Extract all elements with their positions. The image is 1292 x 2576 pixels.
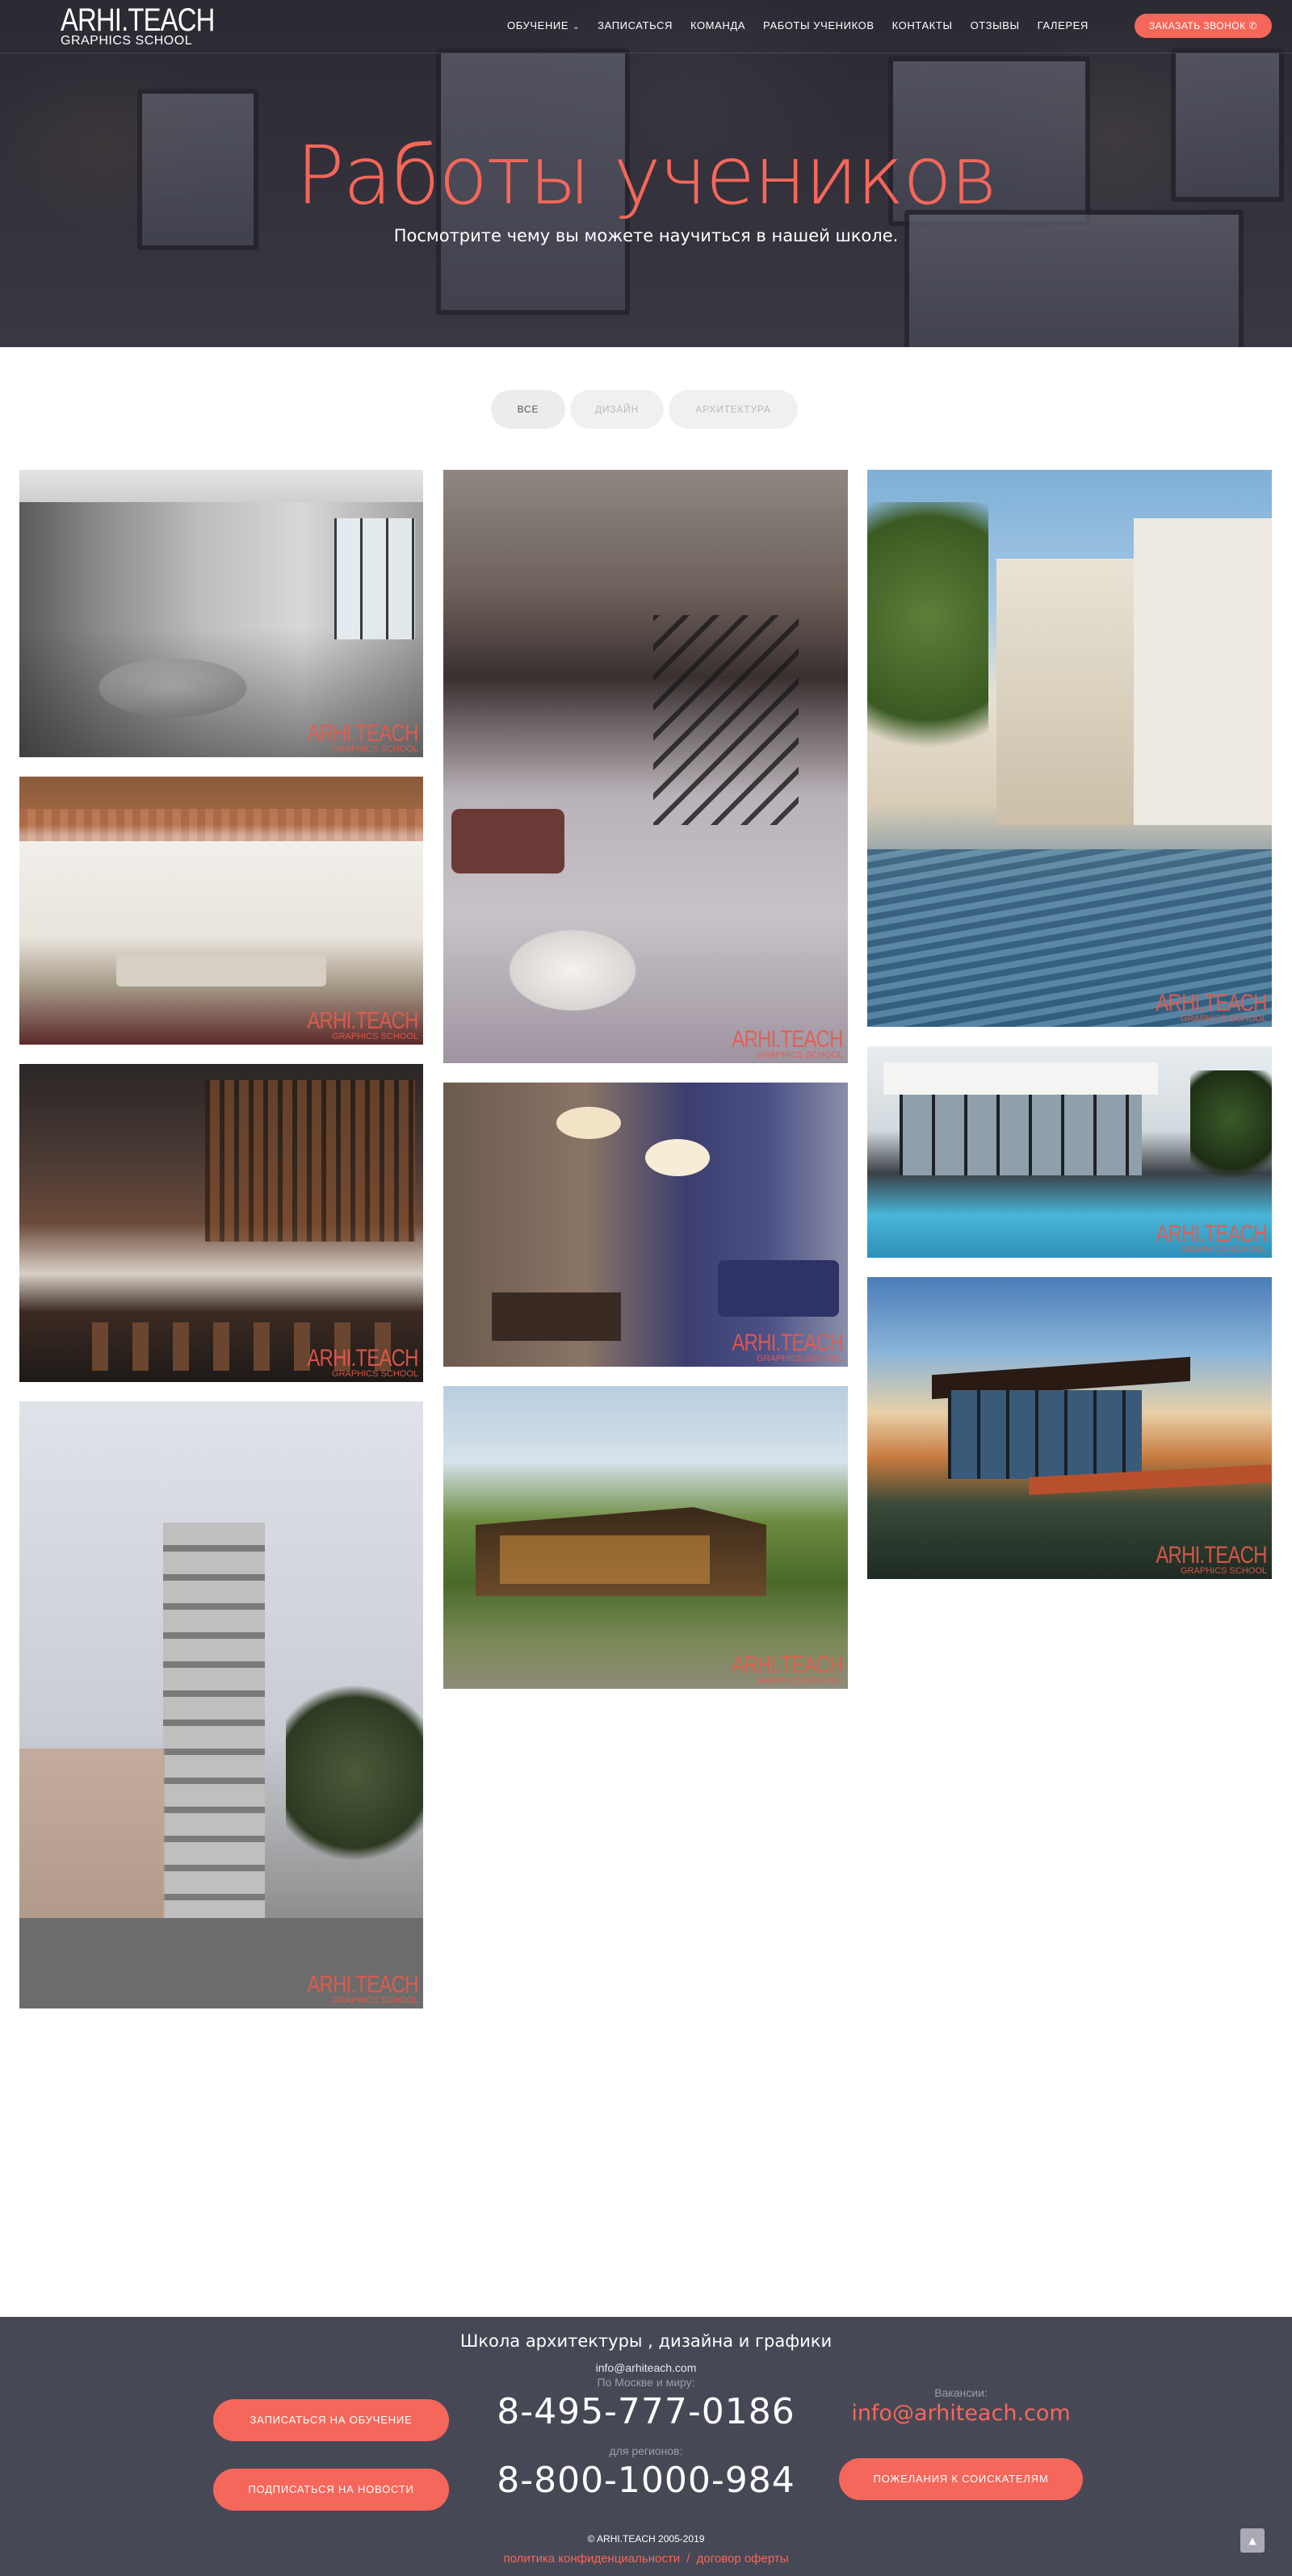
gallery-item-loft-living-room[interactable]: ARHI.TEACH GRAPHICS SCHOOL bbox=[19, 470, 423, 757]
gallery-item-loft-staircase[interactable]: ARHI.TEACH GRAPHICS SCHOOL bbox=[443, 470, 848, 1063]
subscribe-news-button[interactable]: ПОДПИСАТЬСЯ НА НОВОСТИ bbox=[213, 2469, 449, 2511]
main-nav: ОБУЧЕНИЕ ⌄ ЗАПИСАТЬСЯ КОМАНДА РАБОТЫ УЧЕН… bbox=[507, 19, 1106, 31]
watermark-main-text: ARHI.TEACH bbox=[732, 1026, 844, 1053]
logo-main-text: ARHI.TEACH bbox=[61, 2, 215, 38]
nav-item-label: ОБУЧЕНИЕ bbox=[507, 19, 569, 31]
link-separator: / bbox=[686, 2552, 690, 2566]
gallery-item-bright-hall[interactable]: ARHI.TEACH GRAPHICS SCHOOL bbox=[19, 777, 423, 1045]
gallery-item-mediterranean-courtyard[interactable]: ARHI.TEACH GRAPHICS SCHOOL bbox=[867, 470, 1272, 1027]
gallery-item-glass-house-sunset[interactable]: ARHI.TEACH GRAPHICS SCHOOL bbox=[867, 1277, 1272, 1579]
tab-all[interactable]: ВСЕ bbox=[491, 390, 565, 429]
footer-email-link[interactable]: info@arhiteach.com bbox=[0, 2361, 1292, 2374]
watermark: ARHI.TEACH GRAPHICS SCHOOL bbox=[1128, 1542, 1268, 1576]
vacancies-email-link[interactable]: info@arhiteach.com bbox=[808, 2401, 1114, 2426]
watermark: ARHI.TEACH GRAPHICS SCHOOL bbox=[1128, 1221, 1268, 1254]
watermark: ARHI.TEACH GRAPHICS SCHOOL bbox=[279, 1345, 419, 1379]
signup-training-button[interactable]: ЗАПИСАТЬСЯ НА ОБУЧЕНИЕ bbox=[213, 2399, 449, 2441]
nav-item-team[interactable]: КОМАНДА bbox=[690, 19, 745, 31]
moscow-phone-label: По Москве и миру: bbox=[597, 2376, 695, 2389]
watermark: ARHI.TEACH GRAPHICS SCHOOL bbox=[1128, 990, 1268, 1024]
nav-item-reviews[interactable]: ОТЗЫВЫ bbox=[971, 19, 1020, 31]
watermark-main-text: ARHI.TEACH bbox=[732, 1330, 844, 1356]
chevron-down-icon: ⌄ bbox=[573, 23, 581, 31]
watermark: ARHI.TEACH GRAPHICS SCHOOL bbox=[279, 720, 419, 754]
order-call-button[interactable]: ЗАКАЗАТЬ ЗВОНОК ✆ bbox=[1135, 14, 1272, 38]
footer: Школа архитектуры , дизайна и графики in… bbox=[0, 2317, 1292, 2576]
footer-title: Школа архитектуры , дизайна и графики bbox=[459, 2331, 833, 2351]
watermark: ARHI.TEACH GRAPHICS SCHOOL bbox=[704, 1652, 844, 1686]
order-call-label: ЗАКАЗАТЬ ЗВОНОК bbox=[1148, 20, 1246, 31]
applicants-wishes-button[interactable]: ПОЖЕЛАНИЯ К СОИСКАТЕЛЯМ bbox=[839, 2458, 1083, 2500]
footer-legal-links: политика конфиденциальности / договор оф… bbox=[0, 2552, 1292, 2566]
watermark-main-text: ARHI.TEACH bbox=[1156, 1221, 1268, 1247]
portfolio-filter-tabs: ВСЕ ДИЗАЙН АРХИТЕКТУРА bbox=[491, 390, 798, 429]
watermark-main-text: ARHI.TEACH bbox=[732, 1652, 844, 1678]
watermark-main-text: ARHI.TEACH bbox=[307, 1345, 419, 1372]
nav-item-gallery[interactable]: ГАЛЕРЕЯ bbox=[1038, 19, 1089, 31]
regions-phone-label: для регионов: bbox=[609, 2444, 683, 2457]
scroll-to-top-button[interactable]: ▲ bbox=[1240, 2528, 1265, 2553]
top-navigation-bar: ARHI.TEACH GRAPHICS SCHOOL ОБУЧЕНИЕ ⌄ ЗАП… bbox=[0, 0, 1292, 53]
logo[interactable]: ARHI.TEACH GRAPHICS SCHOOL bbox=[61, 2, 248, 48]
tab-architecture[interactable]: АРХИТЕКТУРА bbox=[669, 390, 798, 429]
watermark: ARHI.TEACH GRAPHICS SCHOOL bbox=[704, 1330, 844, 1363]
nav-item-student-works[interactable]: РАБОТЫ УЧЕНИКОВ bbox=[763, 19, 875, 31]
page-title: Работы учеников bbox=[296, 128, 997, 223]
chevron-up-icon: ▲ bbox=[1248, 2535, 1256, 2546]
gallery-item-bar-interior[interactable]: ARHI.TEACH GRAPHICS SCHOOL bbox=[19, 1064, 423, 1382]
privacy-policy-link[interactable]: политика конфиденциальности bbox=[503, 2552, 680, 2566]
watermark-main-text: ARHI.TEACH bbox=[307, 720, 419, 747]
page-subtitle: Посмотрите чему вы можете научиться в на… bbox=[393, 226, 899, 245]
watermark: ARHI.TEACH GRAPHICS SCHOOL bbox=[279, 1007, 419, 1041]
nav-item-training[interactable]: ОБУЧЕНИЕ ⌄ bbox=[507, 19, 580, 31]
watermark-main-text: ARHI.TEACH bbox=[307, 1971, 419, 1998]
nav-item-signup[interactable]: ЗАПИСАТЬСЯ bbox=[598, 19, 673, 31]
phone-icon: ✆ bbox=[1248, 20, 1258, 31]
gallery-item-modern-villa-pool[interactable]: ARHI.TEACH GRAPHICS SCHOOL bbox=[867, 1046, 1272, 1258]
offer-agreement-link[interactable]: договор оферты bbox=[697, 2552, 789, 2566]
tab-design[interactable]: ДИЗАЙН bbox=[570, 390, 664, 429]
regions-phone-number[interactable]: 8-800-1000-984 bbox=[0, 2460, 1292, 2501]
watermark-main-text: ARHI.TEACH bbox=[1156, 990, 1268, 1016]
vacancies-label: Вакансии: bbox=[934, 2386, 988, 2399]
watermark-main-text: ARHI.TEACH bbox=[1156, 1542, 1268, 1569]
nav-item-contacts[interactable]: КОНТАКТЫ bbox=[892, 19, 953, 31]
copyright: © ARHI.TEACH 2005-2019 bbox=[587, 2533, 705, 2545]
watermark-main-text: ARHI.TEACH bbox=[307, 1007, 419, 1034]
hero-section: ARHI.TEACH GRAPHICS SCHOOL ОБУЧЕНИЕ ⌄ ЗАП… bbox=[0, 0, 1292, 347]
gallery-item-residential-tower[interactable]: ARHI.TEACH GRAPHICS SCHOOL bbox=[19, 1401, 423, 2008]
watermark: ARHI.TEACH GRAPHICS SCHOOL bbox=[279, 1971, 419, 2005]
gallery-item-violet-lounge[interactable]: ARHI.TEACH GRAPHICS SCHOOL bbox=[443, 1083, 848, 1367]
gallery-item-forest-pavilion[interactable]: ARHI.TEACH GRAPHICS SCHOOL bbox=[443, 1386, 848, 1689]
watermark: ARHI.TEACH GRAPHICS SCHOOL bbox=[704, 1026, 844, 1060]
